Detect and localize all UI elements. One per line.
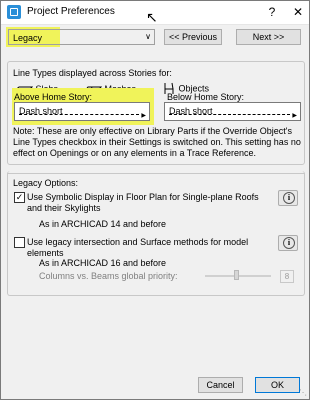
title-bar: Project Preferences ↖ ? ✕ <box>1 1 309 25</box>
previous-button[interactable]: << Previous <box>164 29 222 45</box>
cancel-button[interactable]: Cancel <box>198 377 243 393</box>
chevron-down-icon: ∨ <box>145 32 151 41</box>
mouse-cursor-icon: ↖ <box>146 9 158 25</box>
help-button[interactable]: ? <box>263 3 281 21</box>
triangle-right-icon: ▶ <box>292 113 297 119</box>
next-button[interactable]: Next >> <box>236 29 301 45</box>
triangle-right-icon: ▶ <box>141 113 146 119</box>
ok-button[interactable]: OK <box>255 377 300 393</box>
line-types-note: Note: These are only effective on Librar… <box>13 126 301 158</box>
below-home-story-linetype[interactable]: Dash short ▶ <box>164 102 301 121</box>
legacy-options-group <box>7 171 305 296</box>
below-home-story-label: Below Home Story: <box>167 92 245 102</box>
line-types-heading: Line Types displayed across Stories for: <box>13 68 172 78</box>
resize-grip-icon[interactable]: ⋱ <box>299 388 307 397</box>
preset-select[interactable]: Legacy ∨ <box>8 29 155 45</box>
dash-short-preview <box>169 114 290 115</box>
archicad-app-icon <box>7 5 21 19</box>
above-home-story-label: Above Home Story: <box>14 92 93 102</box>
project-preferences-window: Project Preferences ↖ ? ✕ Legacy ∨ << Pr… <box>0 0 310 400</box>
dash-short-preview <box>19 114 139 115</box>
above-home-story-linetype[interactable]: Dash short ▶ <box>14 102 150 121</box>
preset-select-value: Legacy <box>13 33 43 43</box>
close-button[interactable]: ✕ <box>289 3 307 21</box>
window-title: Project Preferences <box>27 6 115 17</box>
